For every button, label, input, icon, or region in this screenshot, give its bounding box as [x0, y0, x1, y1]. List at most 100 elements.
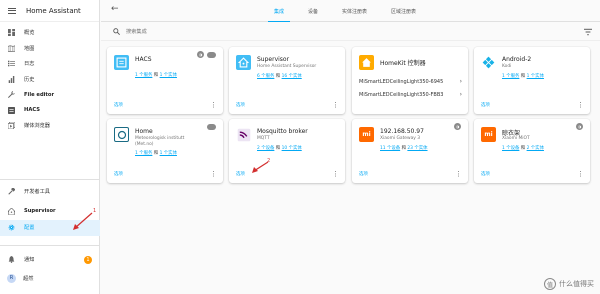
options-button[interactable]: 选项 — [236, 102, 245, 108]
app-title: Home Assistant — [26, 6, 81, 15]
tab-integrations[interactable]: 集成 — [266, 0, 292, 22]
entities-link[interactable]: 1 个实体 — [160, 151, 177, 156]
tab-label: 集成 — [274, 8, 285, 15]
entities-link[interactable]: 16 个实体 — [282, 74, 302, 79]
custom-integration-icon: ◑ — [454, 123, 461, 130]
device-name: MiSmartLEDCeilingLight350-6945 — [359, 79, 444, 85]
tab-areas[interactable]: 区域注册表 — [383, 0, 424, 22]
card-subtitle: (Met.no) — [135, 141, 154, 147]
devices-link[interactable]: 1 个设备 — [502, 146, 519, 151]
more-vert-icon[interactable]: ⋮ — [332, 171, 339, 178]
custom-integration-icon: ◑ — [197, 51, 204, 58]
sidebar-item-history[interactable]: 历史 — [0, 72, 99, 88]
homekit-device-row[interactable]: MiSmartLEDCeilingLight350-FBB3 › — [359, 91, 462, 99]
hammer-icon — [8, 188, 15, 195]
tab-label: 实体注册表 — [342, 8, 368, 15]
link-joiner: 和 — [401, 146, 406, 151]
devices-link[interactable]: 2 个设备 — [257, 146, 274, 151]
met-logo-icon — [114, 127, 129, 142]
card-badges — [207, 123, 216, 130]
watermark-logo-icon: 值 — [544, 278, 556, 290]
sidebar-item-notifications[interactable]: 通知 1 — [0, 252, 100, 268]
cloud-icon — [207, 124, 216, 130]
services-link[interactable]: 1 个服务 — [135, 73, 152, 78]
card-badges: ◑ — [197, 51, 216, 58]
card-links: 1 个服务 和 1 个实体 — [135, 72, 177, 78]
services-link[interactable]: 1 个服务 — [135, 151, 152, 156]
sidebar-item-overview[interactable]: 概览 — [0, 25, 99, 41]
link-joiner: 和 — [520, 146, 526, 151]
sidebar-item-user[interactable]: R 超然 — [0, 271, 100, 287]
more-vert-icon[interactable]: ⋮ — [210, 171, 217, 178]
options-button[interactable]: 选项 — [359, 171, 368, 177]
options-button[interactable]: 选项 — [114, 171, 123, 177]
filter-icon[interactable] — [584, 28, 592, 36]
sidebar-item-label: Supervisor — [24, 208, 56, 215]
entities-link[interactable]: 1 个实体 — [160, 73, 177, 78]
tab-devices[interactable]: 设备 — [300, 0, 326, 22]
card-title: Supervisor — [257, 56, 290, 63]
integration-card-met: Home Meteorologisk institutt (Met.no) 1 … — [107, 119, 223, 183]
options-button[interactable]: 选项 — [236, 171, 245, 177]
view-dashboard-icon — [8, 29, 15, 37]
card-links: 2 个设备 和 10 个实体 — [257, 145, 302, 151]
entities-link[interactable]: 2 个实体 — [527, 146, 544, 151]
more-vert-icon[interactable]: ⋮ — [332, 102, 339, 109]
card-links: 11 个设备 和 23 个实体 — [380, 145, 428, 151]
sidebar-item-label: HACS — [24, 107, 40, 114]
kodi-logo-icon — [481, 55, 496, 70]
options-button[interactable]: 选项 — [481, 171, 490, 177]
watermark: 值 什么值得买 — [544, 278, 594, 290]
integration-card-hacs: ◑ HACS 1 个服务 和 1 个实体 选项 ⋮ — [107, 47, 223, 114]
entities-link[interactable]: 1 个实体 — [527, 74, 544, 79]
sidebar-item-dev-tools[interactable]: 开发者工具 — [0, 184, 100, 200]
services-link[interactable]: 6 个服务 — [257, 74, 274, 79]
hacs-logo-icon — [114, 55, 129, 70]
tab-entities[interactable]: 实体注册表 — [334, 0, 375, 22]
mqtt-logo-icon — [236, 127, 251, 142]
more-vert-icon[interactable]: ⋮ — [455, 171, 462, 178]
more-vert-icon[interactable]: ⋮ — [577, 171, 584, 178]
sidebar: Home Assistant 概览 地图 日志 历史 File editor H… — [0, 0, 100, 294]
back-arrow-icon[interactable]: ← — [111, 5, 119, 14]
sidebar-item-map[interactable]: 地图 — [0, 41, 99, 57]
sidebar-divider — [0, 245, 100, 246]
sidebar-item-file-editor[interactable]: File editor — [0, 87, 99, 103]
sidebar-item-label: 历史 — [24, 76, 35, 83]
devices-link[interactable]: 11 个设备 — [380, 146, 400, 151]
sidebar-item-media-browser[interactable]: 媒体浏览器 — [0, 118, 99, 134]
options-button[interactable]: 选项 — [114, 102, 123, 108]
sidebar-item-label: 超然 — [23, 275, 34, 282]
notification-count-badge: 1 — [84, 255, 92, 264]
card-title: HACS — [135, 56, 152, 63]
wrench-icon — [8, 91, 15, 99]
sidebar-item-hacs[interactable]: HACS — [0, 103, 99, 119]
search-bar[interactable]: 搜索集成 — [101, 23, 600, 41]
card-subtitle: Xiaomi MiOT — [502, 136, 530, 141]
media-icon — [8, 122, 15, 130]
home-assistant-logo-icon — [236, 55, 251, 70]
search-input[interactable]: 搜索集成 — [126, 28, 147, 35]
options-button[interactable]: 选项 — [481, 102, 490, 108]
more-vert-icon[interactable]: ⋮ — [577, 102, 584, 109]
history-icon — [8, 75, 15, 83]
xiaomi-logo-icon: mi — [359, 127, 374, 142]
device-name: MiSmartLEDCeilingLight350-FBB3 — [359, 92, 444, 98]
integration-card-kodi: Android-2 Kodi 1 个服务 和 1 个实体 选项 ⋮ — [474, 47, 590, 114]
card-subtitle: Xiaomi Gateway 3 — [380, 136, 421, 141]
services-link[interactable]: 1 个服务 — [502, 74, 519, 79]
sidebar-item-label: File editor — [24, 91, 55, 98]
chevron-right-icon: › — [459, 91, 462, 98]
homekit-device-row[interactable]: MiSmartLEDCeilingLight350-6945 › — [359, 78, 462, 86]
more-vert-icon[interactable]: ⋮ — [210, 102, 217, 109]
entities-link[interactable]: 10 个实体 — [282, 146, 302, 151]
cloud-icon — [207, 52, 216, 58]
menu-icon[interactable] — [8, 7, 16, 14]
link-joiner: 和 — [520, 74, 526, 79]
entities-link[interactable]: 23 个实体 — [407, 146, 427, 151]
card-subtitle: MQTT — [257, 136, 270, 141]
sidebar-item-logbook[interactable]: 日志 — [0, 56, 99, 72]
annotation-arrow-1 — [73, 212, 93, 230]
homekit-logo-icon — [359, 55, 374, 70]
chevron-right-icon: › — [459, 78, 462, 85]
